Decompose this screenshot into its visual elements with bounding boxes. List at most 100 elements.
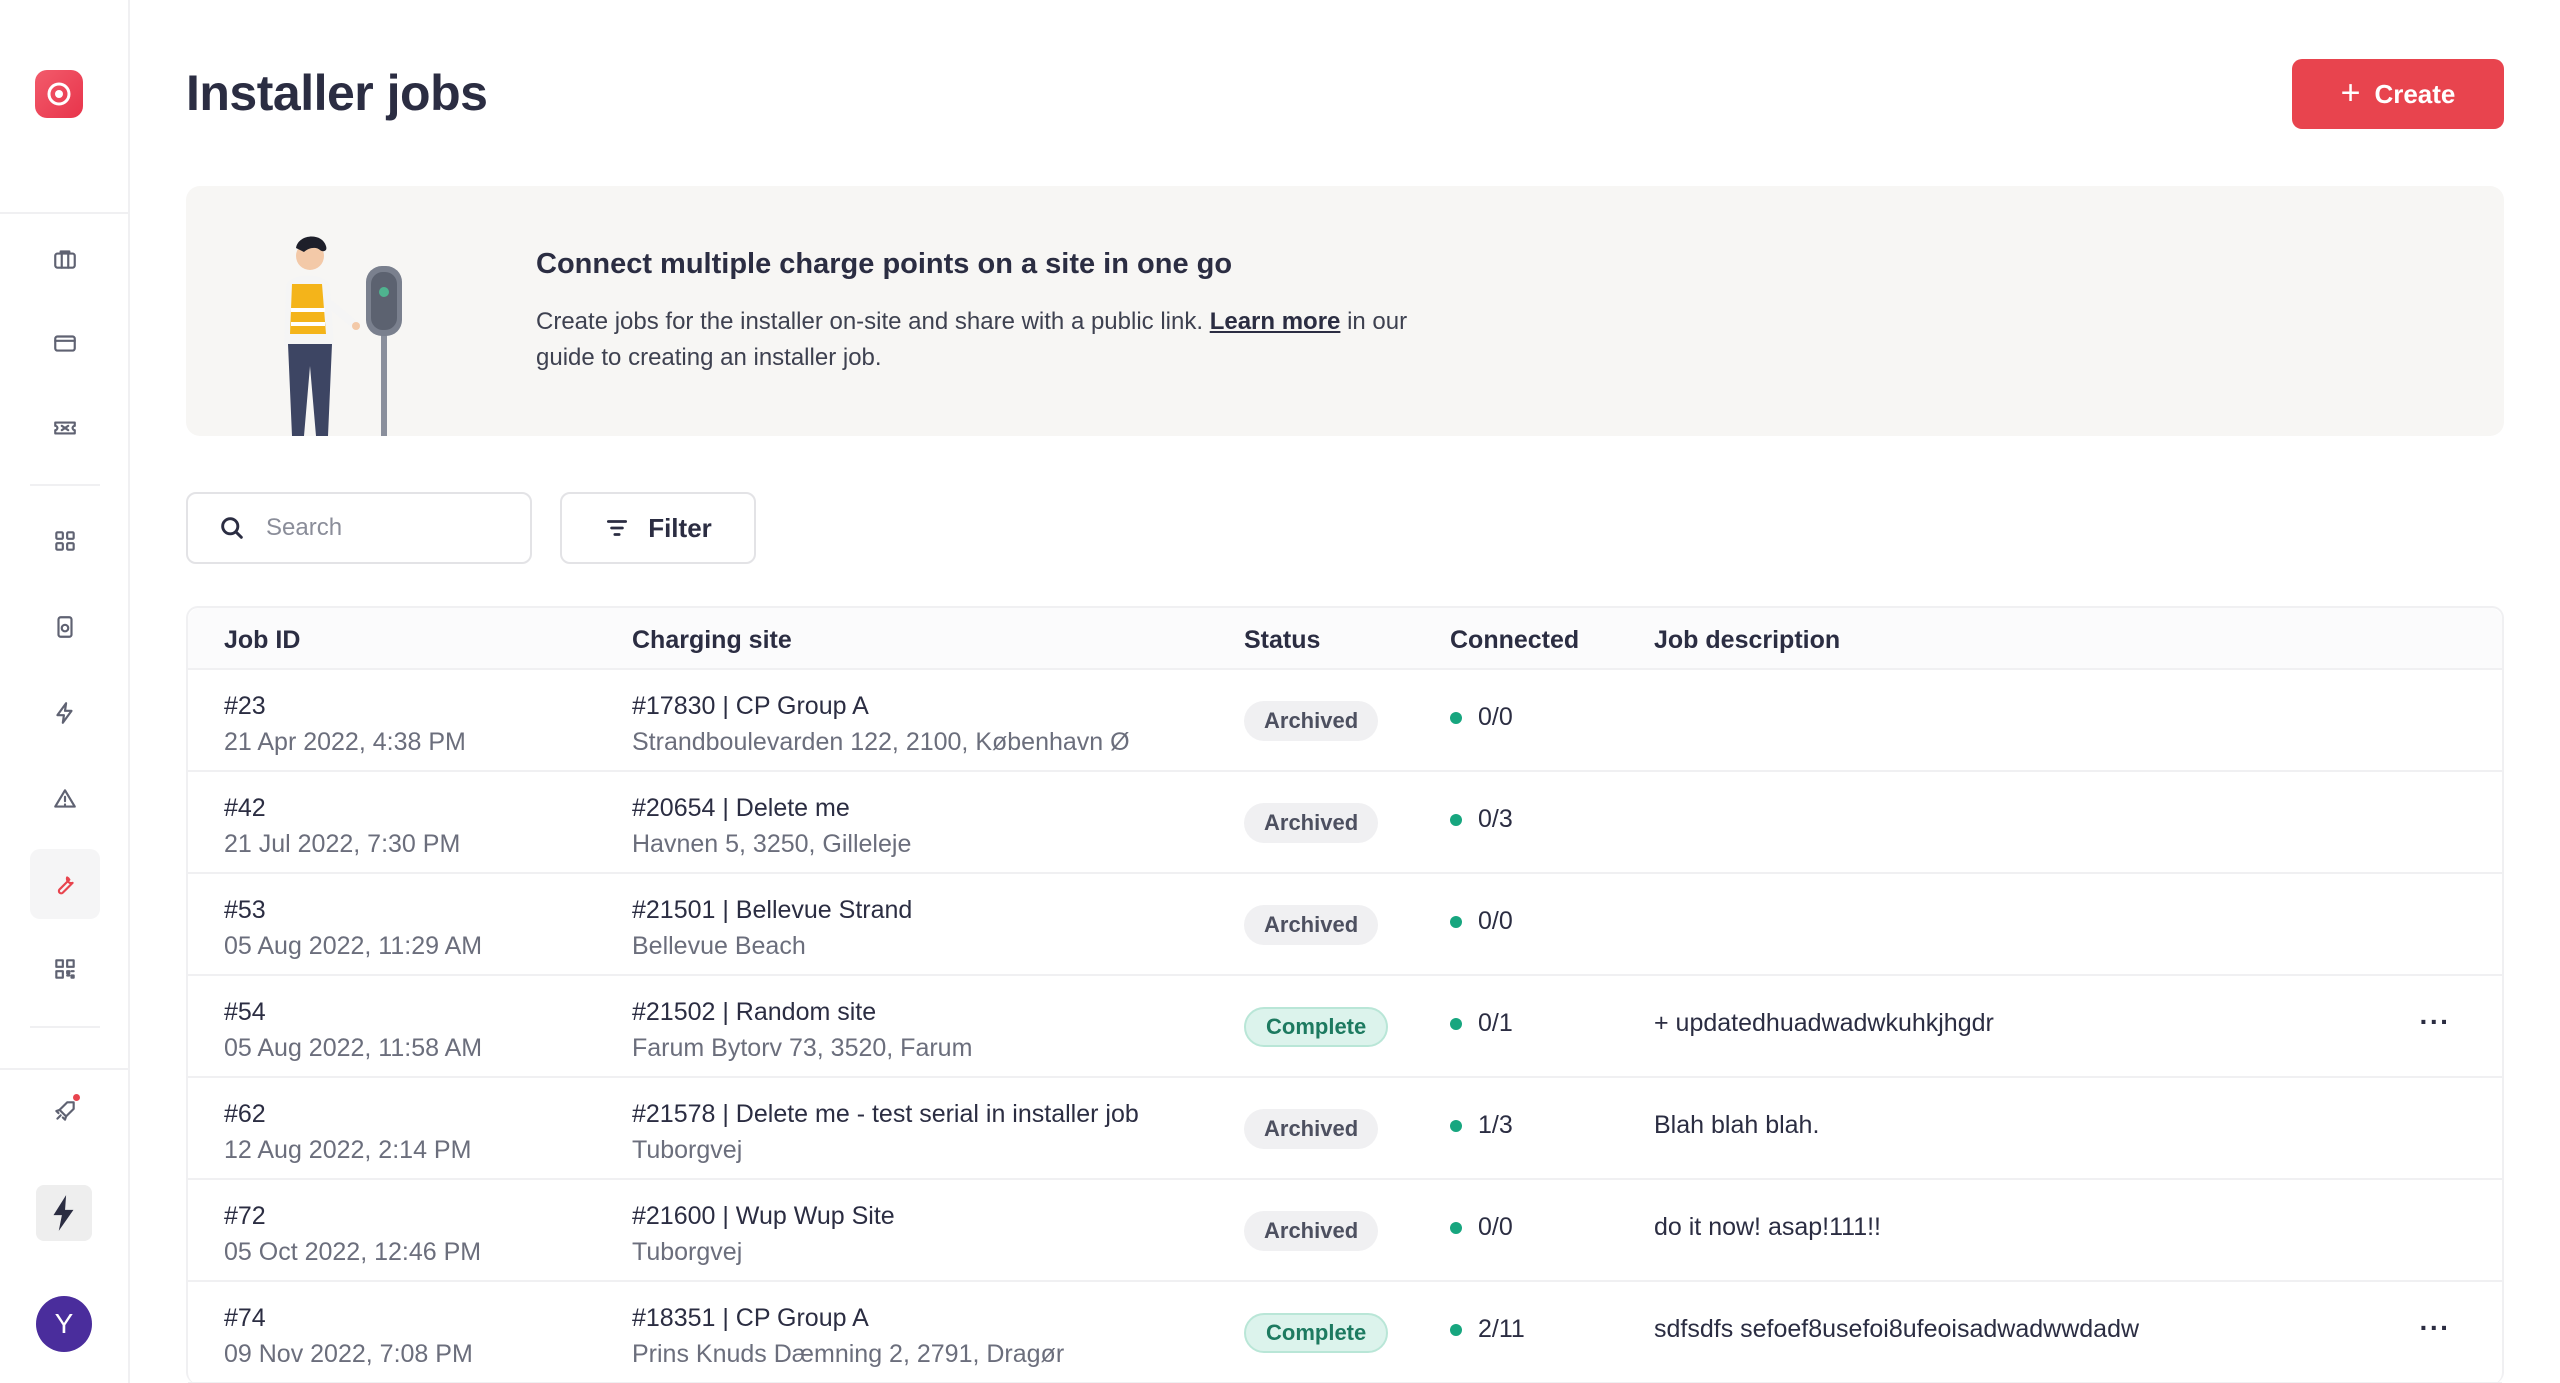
filter-button[interactable]: Filter bbox=[560, 492, 756, 564]
site-name[interactable]: #17830 | CP Group A bbox=[632, 688, 1130, 724]
sidebar-item-briefcase[interactable] bbox=[30, 224, 100, 294]
create-button[interactable]: + Create bbox=[2292, 59, 2504, 129]
job-description: do it now! asap!111!! bbox=[1654, 1213, 1882, 1241]
connected-count: 2/11 bbox=[1478, 1315, 1525, 1343]
briefcase-icon bbox=[54, 250, 76, 269]
banner-text: Create jobs for the installer on-site an… bbox=[536, 304, 1416, 376]
job-id: #74 bbox=[224, 1304, 266, 1332]
charging-site-cell: #18351 | CP Group A Prins Knuds Dæmning … bbox=[632, 1300, 1064, 1372]
connected-cell: 0/0 bbox=[1450, 1213, 1513, 1242]
job-id: #62 bbox=[224, 1100, 266, 1128]
more-options-icon[interactable]: ··· bbox=[2410, 1308, 2460, 1348]
status-dot-icon bbox=[1450, 1323, 1462, 1336]
create-button-label: Create bbox=[2374, 78, 2456, 109]
job-date: 12 Aug 2022, 2:14 PM bbox=[224, 1136, 472, 1164]
site-address: Bellevue Beach bbox=[632, 932, 806, 960]
site-name[interactable]: #21600 | Wup Wup Site bbox=[632, 1198, 895, 1234]
table-row[interactable]: #23 21 Apr 2022, 4:38 PM #17830 | CP Gro… bbox=[188, 670, 2502, 772]
sidebar-item-qr-codes[interactable] bbox=[30, 934, 100, 1004]
logo-icon bbox=[47, 82, 71, 106]
job-date: 05 Aug 2022, 11:58 AM bbox=[224, 1034, 483, 1062]
column-status[interactable]: Status bbox=[1244, 626, 1320, 655]
status-badge: Complete bbox=[1244, 1007, 1389, 1047]
charger-icon bbox=[57, 616, 73, 638]
sidebar-item-whats-new[interactable] bbox=[30, 1076, 100, 1146]
table-row[interactable]: #74 09 Nov 2022, 7:08 PM #18351 | CP Gro… bbox=[188, 1282, 2502, 1383]
lightning-icon bbox=[56, 702, 73, 724]
status-badge: Archived bbox=[1244, 1211, 1379, 1251]
column-job-description[interactable]: Job description bbox=[1654, 626, 1840, 655]
job-date: 05 Oct 2022, 12:46 PM bbox=[224, 1238, 482, 1266]
more-options-icon[interactable]: ··· bbox=[2410, 1002, 2460, 1042]
job-id-cell: #42 21 Jul 2022, 7:30 PM bbox=[224, 790, 460, 862]
sidebar-divider bbox=[30, 484, 100, 486]
app-logo[interactable] bbox=[35, 70, 83, 118]
site-address: Farum Bytorv 73, 3520, Farum bbox=[632, 1034, 973, 1062]
connected-cell: 0/0 bbox=[1450, 907, 1513, 936]
app: Y Installer jobs + Create Connect multip… bbox=[0, 0, 2560, 1383]
column-job-id[interactable]: Job ID bbox=[224, 626, 300, 655]
job-id-cell: #72 05 Oct 2022, 12:46 PM bbox=[224, 1198, 481, 1270]
job-description: + updatedhuadwadwkuhkjhgdr bbox=[1654, 1009, 1994, 1037]
site-name[interactable]: #21501 | Bellevue Strand bbox=[632, 892, 912, 928]
connected-count: 1/3 bbox=[1478, 1111, 1513, 1139]
table-row[interactable]: #53 05 Aug 2022, 11:29 AM #21501 | Belle… bbox=[188, 874, 2502, 976]
charging-site-cell: #21600 | Wup Wup Site Tuborgvej bbox=[632, 1198, 895, 1270]
job-date: 05 Aug 2022, 11:29 AM bbox=[224, 932, 483, 960]
credit-card-icon bbox=[54, 335, 76, 352]
sidebar-item-dashboard[interactable] bbox=[30, 506, 100, 576]
brand-tile[interactable] bbox=[36, 1185, 92, 1241]
table-row[interactable]: #54 05 Aug 2022, 11:58 AM #21502 | Rando… bbox=[188, 976, 2502, 1078]
search-icon bbox=[221, 517, 243, 539]
sidebar-item-installer-jobs[interactable] bbox=[30, 849, 100, 919]
table-row[interactable]: #42 21 Jul 2022, 7:30 PM #20654 | Delete… bbox=[188, 772, 2502, 874]
status-dot-icon bbox=[1450, 1119, 1462, 1132]
connected-count: 0/0 bbox=[1478, 703, 1513, 731]
status-badge: Archived bbox=[1244, 803, 1379, 843]
banner-title: Connect multiple charge points on a site… bbox=[536, 248, 1233, 280]
status-badge: Archived bbox=[1244, 905, 1379, 945]
table-row[interactable]: #72 05 Oct 2022, 12:46 PM #21600 | Wup W… bbox=[188, 1180, 2502, 1282]
sidebar-item-cards[interactable] bbox=[30, 308, 100, 378]
search-box[interactable] bbox=[186, 492, 532, 564]
connected-cell: 0/3 bbox=[1450, 805, 1513, 834]
connected-cell: 0/1 bbox=[1450, 1009, 1513, 1038]
job-id-cell: #54 05 Aug 2022, 11:58 AM bbox=[224, 994, 482, 1066]
sidebar-item-energy[interactable] bbox=[30, 678, 100, 748]
sidebar-item-tickets[interactable] bbox=[30, 393, 100, 463]
status-badge: Complete bbox=[1244, 1313, 1389, 1353]
site-name[interactable]: #21578 | Delete me - test serial in inst… bbox=[632, 1096, 1139, 1132]
site-name[interactable]: #21502 | Random site bbox=[632, 994, 972, 1030]
sidebar-item-alerts[interactable] bbox=[30, 764, 100, 834]
site-name[interactable]: #20654 | Delete me bbox=[632, 790, 911, 826]
info-banner: Connect multiple charge points on a site… bbox=[186, 186, 2504, 436]
avatar[interactable]: Y bbox=[36, 1296, 92, 1352]
alert-icon bbox=[54, 789, 76, 808]
charging-site-cell: #17830 | CP Group A Strandboulevarden 12… bbox=[632, 688, 1130, 760]
job-id: #42 bbox=[224, 794, 266, 822]
status-badge: Archived bbox=[1244, 701, 1379, 741]
column-connected[interactable]: Connected bbox=[1450, 626, 1579, 655]
job-id: #23 bbox=[224, 692, 266, 720]
table-header: Job ID Charging site Status Connected Jo… bbox=[188, 608, 2502, 670]
search-input[interactable] bbox=[266, 514, 506, 542]
status-dot-icon bbox=[1450, 915, 1462, 928]
sidebar-item-chargers[interactable] bbox=[30, 592, 100, 662]
column-charging-site[interactable]: Charging site bbox=[632, 626, 792, 655]
banner-text-start: Create jobs for the installer on-site an… bbox=[536, 308, 1210, 335]
rocket-icon bbox=[55, 1101, 75, 1121]
sidebar-divider bbox=[0, 1068, 130, 1070]
site-address: Tuborgvej bbox=[632, 1238, 743, 1266]
filter-button-label: Filter bbox=[648, 512, 712, 543]
jobs-table: Job ID Charging site Status Connected Jo… bbox=[186, 606, 2504, 1383]
table-row[interactable]: #62 12 Aug 2022, 2:14 PM #21578 | Delete… bbox=[188, 1078, 2502, 1180]
installer-illustration-icon bbox=[284, 236, 402, 436]
learn-more-link[interactable]: Learn more bbox=[1210, 308, 1341, 335]
job-description: Blah blah blah. bbox=[1654, 1111, 1820, 1139]
connected-cell: 0/0 bbox=[1450, 703, 1513, 732]
page-title: Installer jobs bbox=[186, 65, 488, 121]
sidebar-divider bbox=[0, 212, 130, 214]
site-name[interactable]: #18351 | CP Group A bbox=[632, 1300, 1064, 1336]
connected-count: 0/1 bbox=[1478, 1009, 1513, 1037]
charging-site-cell: #21578 | Delete me - test serial in inst… bbox=[632, 1096, 1139, 1168]
